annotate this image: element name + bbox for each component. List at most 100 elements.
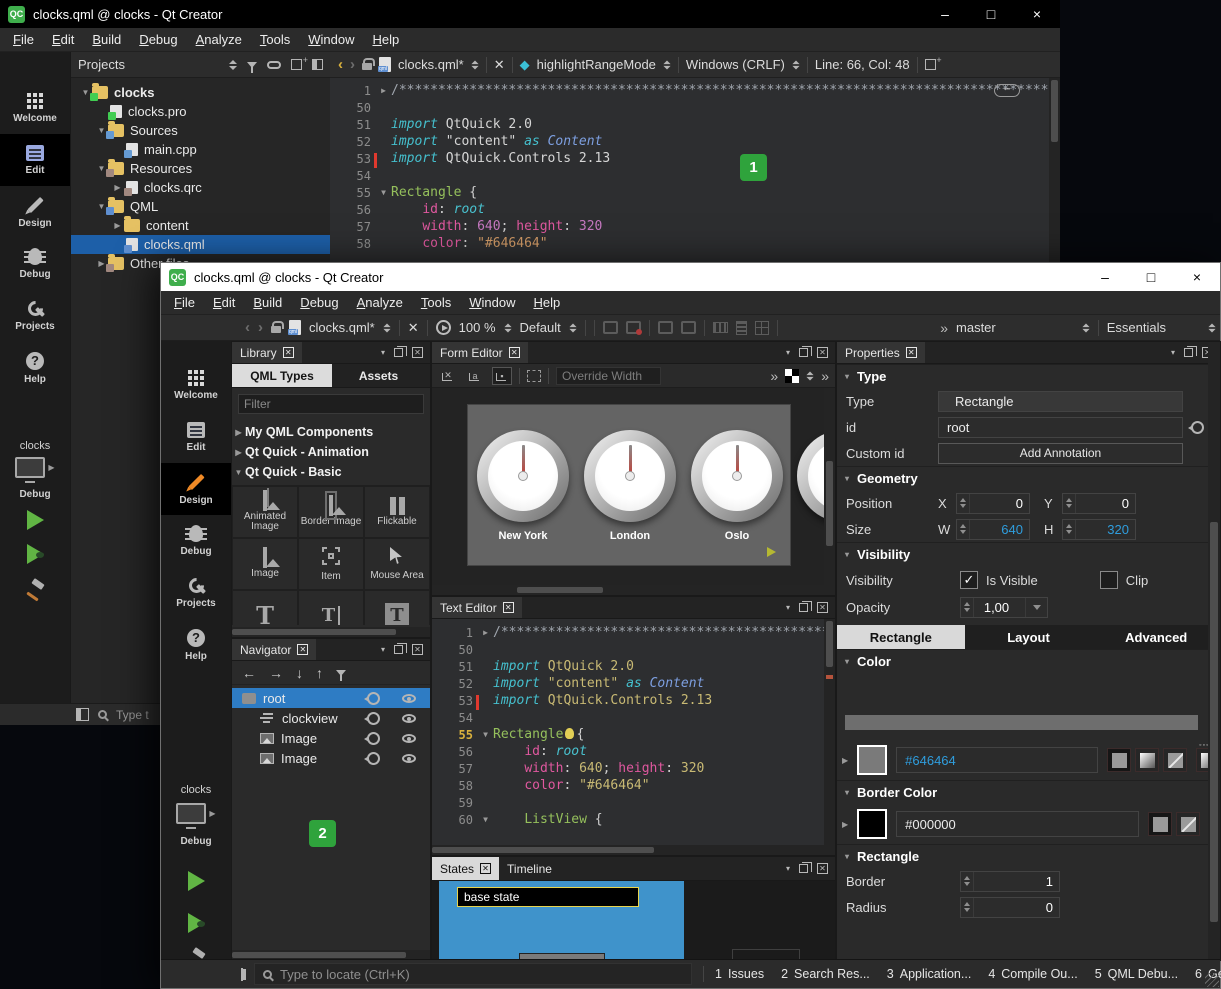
close-button[interactable]: ×	[1014, 0, 1060, 28]
solid-color-button[interactable]	[1107, 748, 1131, 772]
lock-icon[interactable]	[362, 63, 372, 70]
mode-projects[interactable]: Projects	[161, 567, 231, 619]
float-panel-icon[interactable]	[394, 645, 403, 654]
solid-color-button[interactable]	[1148, 812, 1172, 836]
move-right-icon[interactable]: →	[269, 665, 283, 681]
toolbar-overflow-chevron[interactable]: »	[821, 368, 829, 384]
zoom-dropdown-icon[interactable]	[504, 323, 511, 332]
document-dropdown-icon[interactable]	[471, 60, 478, 69]
opacity-spinbox[interactable]: 1,00	[960, 597, 1048, 618]
form-editor-panel-tab[interactable]: Form Editor ✕	[432, 342, 528, 363]
mode-design[interactable]: Design	[161, 463, 231, 515]
git-branch[interactable]: master	[956, 320, 996, 335]
run-button[interactable]	[0, 510, 70, 530]
close-panel-icon[interactable]: ✕	[906, 347, 917, 358]
close-panel-icon[interactable]: ✕	[503, 602, 514, 613]
snap-anchors-icon[interactable]: a	[465, 367, 485, 385]
export-icon[interactable]	[367, 692, 380, 705]
toggle-sidebar-icon[interactable]	[76, 708, 89, 721]
tree-row-Resources[interactable]: ▼Resources	[71, 159, 330, 178]
mode-help[interactable]: ?Help	[0, 342, 70, 394]
library-tab-qml-types[interactable]: QML Types	[232, 364, 332, 387]
maximize-button[interactable]: □	[968, 0, 1014, 28]
symbol-dropdown-icon[interactable]	[663, 60, 670, 69]
menu-help[interactable]: Help	[363, 32, 408, 47]
width-spinbox[interactable]: 640	[956, 519, 1030, 540]
properties-tab-advanced[interactable]: Advanced	[1092, 625, 1220, 649]
close-panel-icon[interactable]: ✕	[297, 644, 308, 655]
mode-design[interactable]: Design	[0, 186, 70, 238]
document-dropdown-icon[interactable]	[383, 323, 390, 332]
component-text[interactable]: T	[232, 590, 298, 625]
go-forward-icon[interactable]: ›	[258, 319, 263, 336]
minimize-button[interactable]: –	[1082, 263, 1128, 291]
properties-tab-layout[interactable]: Layout	[965, 625, 1093, 649]
window-resize-grip[interactable]	[1205, 973, 1219, 987]
border-color-hex-input[interactable]: #000000	[896, 811, 1139, 837]
run-debug-button[interactable]	[0, 544, 70, 564]
close-document-icon[interactable]: ✕	[494, 57, 505, 73]
output-pane-search-res-[interactable]: 2Search Res...	[781, 967, 870, 981]
component-text-input[interactable]: T	[364, 590, 430, 625]
open-document-name[interactable]: clocks.qml*	[309, 320, 375, 335]
minimize-button[interactable]: –	[922, 0, 968, 28]
section-geometry[interactable]: ▾Geometry	[837, 466, 1220, 490]
mode-welcome[interactable]: Welcome	[161, 359, 231, 411]
locator-hint[interactable]: Type t	[116, 708, 149, 722]
mode-debug[interactable]: Debug	[0, 238, 70, 290]
transparent-color-button[interactable]	[1176, 812, 1200, 836]
panel-menu-icon[interactable]: ▾	[381, 348, 385, 357]
navigator-item-root[interactable]: root	[232, 688, 430, 708]
close-panel-icon[interactable]: ✕	[817, 602, 828, 613]
overflow-chevron[interactable]: »	[940, 320, 948, 336]
split-editor-icon[interactable]	[925, 59, 936, 70]
export-icon[interactable]	[367, 752, 380, 765]
color-expand-icon[interactable]: ▶	[842, 756, 848, 765]
menu-file[interactable]: File	[4, 32, 43, 47]
mode-debug[interactable]: Debug	[161, 515, 231, 567]
code-editor[interactable]: 1▶/*************************************…	[432, 619, 835, 855]
radius-spinbox[interactable]: 0	[960, 897, 1060, 918]
library-horizontal-scrollbar[interactable]	[232, 627, 430, 637]
text-editor-panel-tab[interactable]: Text Editor ✕	[432, 597, 522, 618]
split-pane-icon[interactable]	[291, 59, 302, 70]
record-icon[interactable]	[626, 321, 641, 334]
transparent-color-button[interactable]	[1163, 748, 1187, 772]
navigator-filter-icon[interactable]	[336, 670, 346, 676]
mode-edit[interactable]: Edit	[161, 411, 231, 463]
grid-view-icon[interactable]	[755, 321, 769, 335]
close-panel-icon[interactable]: ✕	[480, 863, 491, 874]
expander-icon[interactable]: ▶	[111, 183, 124, 192]
canvas-background-icon[interactable]	[785, 369, 799, 383]
properties-panel-tab[interactable]: Properties ✕	[837, 342, 925, 363]
section-type[interactable]: ▾Type	[837, 364, 1220, 388]
add-annotation-button[interactable]: Add Annotation	[938, 443, 1183, 464]
close-panel-icon[interactable]: ✕	[509, 347, 520, 358]
component-mouse-area[interactable]: Mouse Area	[364, 538, 430, 590]
float-panel-icon[interactable]	[799, 348, 808, 357]
titlebar[interactable]: QC clocks.qml @ clocks - Qt Creator – □ …	[0, 0, 1060, 28]
border-width-spinbox[interactable]: 1	[960, 871, 1060, 892]
run-debug-button[interactable]	[161, 913, 231, 933]
filter-icon[interactable]	[247, 62, 257, 68]
expander-icon[interactable]: ▶	[111, 221, 124, 230]
component-image[interactable]: Image	[232, 538, 298, 590]
editor-horizontal-scrollbar[interactable]	[432, 845, 835, 855]
background-dropdown-icon[interactable]	[807, 371, 814, 380]
projects-pane-header[interactable]: Projects	[71, 52, 330, 78]
library-filter-input[interactable]: Filter	[238, 394, 424, 414]
close-panel-icon[interactable]: ✕	[412, 644, 423, 655]
override-width-input[interactable]: Override Width	[556, 367, 661, 385]
border-color-expand-icon[interactable]: ▶	[842, 820, 848, 829]
move-up-icon[interactable]: ↑	[316, 665, 323, 681]
navigator-item-clockview[interactable]: clockview	[232, 708, 430, 728]
navigator-panel-tab[interactable]: Navigator ✕	[232, 639, 316, 660]
style-dropdown-icon[interactable]	[569, 323, 576, 332]
menu-build[interactable]: Build	[83, 32, 130, 47]
close-button[interactable]: ×	[1174, 263, 1220, 291]
kit-selector[interactable]: ▶	[0, 457, 70, 478]
close-panel-icon[interactable]: ✕	[283, 347, 294, 358]
mode-edit[interactable]: Edit	[0, 134, 70, 186]
base-state-name[interactable]: base state	[457, 887, 639, 907]
states-panel-tab[interactable]: States ✕	[432, 857, 499, 880]
